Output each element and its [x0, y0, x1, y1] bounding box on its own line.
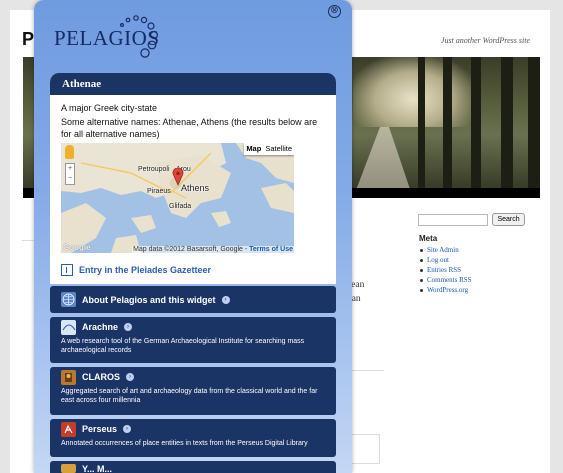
section-claros[interactable]: CLAROS › Aggregated search of art and ar… [50, 367, 336, 415]
expand-arrow-icon[interactable]: › [221, 295, 230, 304]
map-type-satellite[interactable]: Satellite [263, 144, 294, 153]
zoom-out-button[interactable]: − [66, 174, 74, 184]
close-icon[interactable]: ⊗ [328, 5, 341, 18]
section-title: Perseus [82, 424, 118, 434]
site-tagline: Just another WordPress site [440, 36, 530, 45]
section-title: CLAROS [82, 372, 120, 382]
map-type-map[interactable]: Map [244, 144, 263, 153]
place-name: Athenae [50, 73, 336, 95]
place-panel: Athenae A major Greek city-state Some al… [50, 73, 336, 284]
perseus-icon [61, 421, 76, 437]
section-description: A web research tool of the German Archae… [61, 338, 305, 354]
place-map[interactable]: + − Map Satellite Petroupoli Arou Piraeus… [61, 143, 294, 253]
google-logo: Google [63, 243, 91, 252]
map-attribution: Map data ©2012 Basarsoft, Google - Terms… [132, 246, 294, 253]
expand-arrow-icon[interactable]: › [126, 373, 134, 381]
pelagios-widget: ⊗ PELAGIOS Athenae A major Greek city-st… [34, 0, 352, 473]
meta-heading: Meta [419, 234, 438, 243]
section-title: Y... M... [82, 464, 113, 473]
search-input[interactable] [418, 213, 488, 226]
section-partial[interactable]: Y... M... [50, 461, 336, 473]
site-title[interactable]: P [22, 29, 34, 50]
meta-link-comments-rss[interactable]: Comments RSS [419, 275, 472, 285]
map-label-glifada: Glifada [169, 203, 192, 210]
search-button[interactable]: Search [492, 213, 525, 227]
section-perseus[interactable]: Perseus › Annotated occurrences of place… [50, 419, 336, 457]
search-form: Search [418, 211, 525, 229]
section-arachne[interactable]: Arachne › A web research tool of the Ger… [50, 317, 336, 363]
pleiades-gazetteer-link[interactable]: Entry in the Pleiades Gazetteer [61, 263, 211, 277]
map-attribution-text: Map data ©2012 Basarsoft, Google - [133, 246, 248, 253]
map-marker-icon[interactable] [172, 168, 184, 186]
section-description: Annotated occurrences of place entities … [61, 440, 308, 447]
meta-link-log-out[interactable]: Log out [419, 255, 472, 265]
section-title: About Pelagios and this widget [82, 294, 216, 305]
place-description: A major Greek city-state [61, 103, 158, 113]
pelagios-logo-dots-icon [120, 15, 158, 58]
street-view-pegman-icon[interactable] [65, 145, 74, 159]
meta-link-site-admin[interactable]: Site Admin [419, 245, 472, 255]
terms-of-use-link[interactable]: Terms of Use [249, 246, 293, 253]
map-label-piraeus: Piraeus [147, 188, 171, 195]
section-title: Arachne [82, 322, 119, 332]
zoom-in-button[interactable]: + [66, 164, 74, 174]
info-icon [61, 263, 73, 276]
map-label-petroupoli: Petroupoli [138, 166, 170, 173]
map-type-control: Map Satellite [244, 143, 294, 155]
claros-icon [61, 369, 76, 385]
map-zoom-control[interactable]: + − [65, 163, 75, 185]
content-divider [22, 240, 34, 460]
expand-arrow-icon[interactable]: › [124, 323, 133, 331]
globe-icon [61, 292, 76, 307]
partial-section-icon [61, 464, 76, 473]
section-description: Aggregated search of art and archaeology… [61, 388, 318, 404]
expand-arrow-icon[interactable]: › [123, 425, 132, 433]
map-land [61, 143, 294, 253]
section-about[interactable]: About Pelagios and this widget › [50, 286, 336, 313]
meta-links: Site Admin Log out Entries RSS Comments … [419, 245, 472, 295]
meta-link-entries-rss[interactable]: Entries RSS [419, 265, 472, 275]
arachne-icon [61, 319, 76, 335]
place-alternative-names: Some alternative names: Athenae, Athens … [61, 117, 318, 139]
meta-link-wordpress-org[interactable]: WordPress.org [419, 285, 472, 295]
gazetteer-link-label: Entry in the Pleiades Gazetteer [79, 265, 212, 275]
map-label-athens: Athens [181, 183, 210, 193]
